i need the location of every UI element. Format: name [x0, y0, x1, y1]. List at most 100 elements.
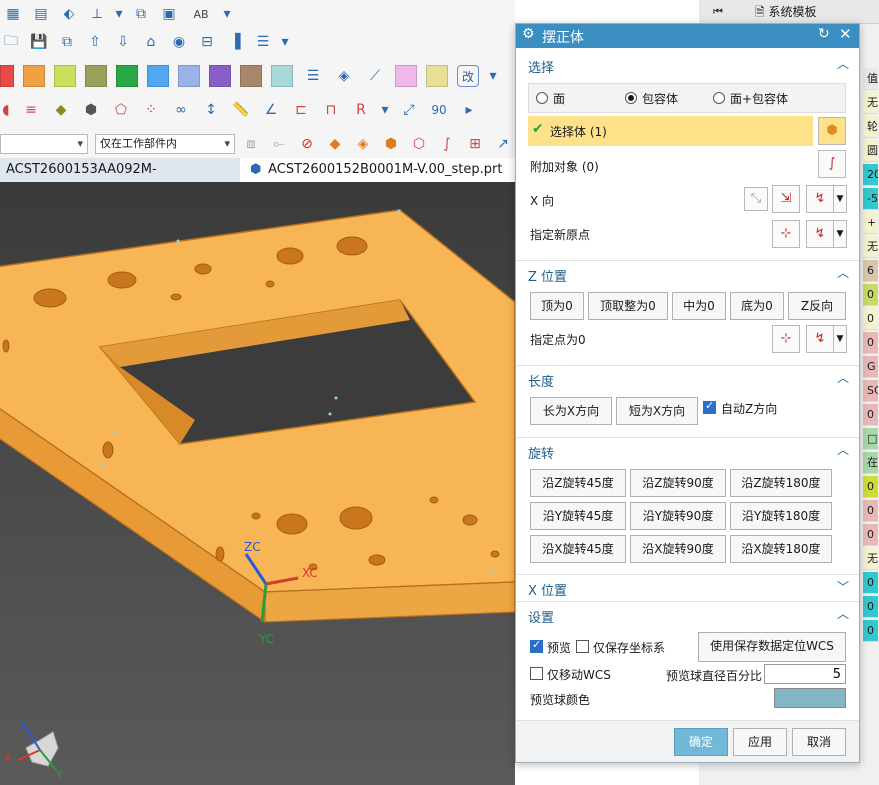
- no-icon[interactable]: ⊘: [296, 133, 318, 155]
- panel-value-cell[interactable]: 0: [863, 500, 878, 522]
- bar-icon[interactable]: ◆: [50, 99, 72, 121]
- axes-icon[interactable]: ⟂: [86, 3, 108, 25]
- swatch-yellow[interactable]: [426, 65, 448, 87]
- radio-face[interactable]: [536, 92, 548, 104]
- rotate-y-90-button[interactable]: 沿Y旋转90度: [630, 502, 726, 530]
- top-zero-button[interactable]: 顶为0: [530, 292, 584, 320]
- section-rotation[interactable]: 旋转 ︿: [516, 437, 859, 463]
- ball-percent-input[interactable]: [764, 664, 846, 684]
- text-icon[interactable]: AB: [186, 3, 216, 25]
- swatch-teal[interactable]: [271, 65, 293, 87]
- reset-icon[interactable]: ↻: [818, 26, 830, 42]
- panel-value-cell[interactable]: 0: [863, 284, 878, 306]
- swatch-red[interactable]: [0, 65, 14, 87]
- z-reverse-button[interactable]: Z反向: [788, 292, 846, 320]
- cube-icon[interactable]: ⬢: [380, 133, 402, 155]
- collapse-icon[interactable]: ⏮: [709, 3, 727, 21]
- section-z-position[interactable]: Z 位置 ︿: [516, 260, 859, 286]
- radius-icon[interactable]: R: [350, 99, 372, 121]
- cancel-button[interactable]: 取消: [792, 728, 846, 756]
- panel-value-cell[interactable]: 无: [863, 236, 878, 258]
- panel-value-cell[interactable]: 0: [863, 308, 878, 330]
- swatch-green[interactable]: [116, 65, 138, 87]
- axis-y-icon[interactable]: ↕: [200, 99, 222, 121]
- chevron-down-icon[interactable]: ﹀: [837, 578, 849, 595]
- link-gray-icon[interactable]: ⟜: [268, 133, 290, 155]
- section-length[interactable]: 长度 ︿: [516, 365, 859, 391]
- swatch-periwinkle[interactable]: [178, 65, 200, 87]
- panel-value-cell[interactable]: 值: [863, 68, 878, 90]
- panel-value-cell[interactable]: 0: [863, 404, 878, 426]
- chevron-up-icon[interactable]: ︿: [837, 441, 849, 458]
- vector-dropdown[interactable]: ▼: [833, 185, 847, 213]
- magnet-icon[interactable]: ⬠: [110, 99, 132, 121]
- auto-z-checkbox[interactable]: [703, 399, 716, 414]
- solid-icon[interactable]: ⬢: [80, 99, 102, 121]
- line-icon[interactable]: ⟋: [364, 65, 386, 87]
- radio-bounding-box[interactable]: [625, 92, 637, 104]
- use-saved-wcs-button[interactable]: 使用保存数据定位WCS: [698, 632, 846, 662]
- point-inference-button[interactable]: ↯: [806, 220, 834, 248]
- angle-icon[interactable]: ∠: [260, 99, 282, 121]
- dropdown-icon[interactable]: ▾: [488, 65, 498, 87]
- vector-dialog-button[interactable]: ⇲: [772, 185, 800, 213]
- rotate-z-45-button[interactable]: 沿Z旋转45度: [530, 469, 626, 497]
- assembly-icon[interactable]: ⧈: [240, 133, 262, 155]
- tab-file-2[interactable]: ⬢ ACST2600152B0001M-V.00_step.prt ⎘ ✕: [240, 158, 515, 201]
- stripes-icon[interactable]: ☰: [302, 65, 324, 87]
- panel-value-cell[interactable]: 0: [863, 620, 878, 642]
- chevron-up-icon[interactable]: ︿: [837, 55, 849, 72]
- panel-value-cell[interactable]: 20: [863, 164, 878, 186]
- section-select[interactable]: 选择 ︿: [516, 52, 859, 78]
- panel-value-cell[interactable]: 0: [863, 524, 878, 546]
- move-wcs-checkbox[interactable]: [530, 667, 543, 680]
- panel-value-cell[interactable]: 0: [863, 332, 878, 354]
- radio-face-box[interactable]: [713, 92, 725, 104]
- z-point-dropdown[interactable]: ▼: [833, 325, 847, 353]
- save-icon[interactable]: 💾: [28, 31, 50, 53]
- panel-value-cell[interactable]: +: [863, 212, 878, 234]
- panel-value-cell[interactable]: SC: [863, 380, 878, 402]
- chevron-up-icon[interactable]: ︿: [837, 264, 849, 281]
- curve-select-button[interactable]: ∫: [818, 150, 846, 178]
- panel-value-cell[interactable]: 无: [863, 92, 878, 114]
- snap-icon[interactable]: ↗: [492, 133, 514, 155]
- list-icon[interactable]: ☰: [252, 31, 274, 53]
- measure-icon[interactable]: ⊟: [196, 31, 218, 53]
- copy-layers-icon[interactable]: ⧉: [56, 31, 78, 53]
- pin-icon[interactable]: ⬖: [58, 3, 80, 25]
- swatch-olive[interactable]: [85, 65, 107, 87]
- copy-icon[interactable]: ⧉: [130, 3, 152, 25]
- panel-value-cell[interactable]: 在: [863, 452, 878, 474]
- section-x-position[interactable]: X 位置 ﹀: [516, 574, 859, 600]
- body-select-button[interactable]: ⬢: [818, 117, 846, 145]
- section-settings[interactable]: 设置 ︿: [516, 601, 859, 627]
- panel-value-cell[interactable]: 6: [863, 260, 878, 282]
- more-icon[interactable]: ▸: [458, 99, 480, 121]
- close-icon[interactable]: ✕: [839, 25, 852, 43]
- filter-combo[interactable]: [0, 134, 88, 154]
- rainbow-icon[interactable]: ≡: [20, 99, 42, 121]
- long-x-button[interactable]: 长为X方向: [530, 397, 612, 425]
- section-icon[interactable]: ⊓: [320, 99, 342, 121]
- dialog-titlebar[interactable]: ⚙ 摆正体 ↻ ✕: [516, 24, 859, 48]
- panel-value-cell[interactable]: 0: [863, 596, 878, 618]
- box-icon[interactable]: ▣: [158, 3, 180, 25]
- dropdown-icon[interactable]: ▾: [114, 3, 124, 25]
- panel-value-cell[interactable]: 0: [863, 476, 878, 498]
- gradient-icon[interactable]: ▐: [224, 31, 246, 53]
- upload-icon[interactable]: ⇧: [84, 31, 106, 53]
- rotate-x-45-button[interactable]: 沿X旋转45度: [530, 535, 626, 563]
- chevron-up-icon[interactable]: ︿: [837, 369, 849, 386]
- panel-value-cell[interactable]: -5: [863, 188, 878, 210]
- panel-value-cell[interactable]: 0: [863, 572, 878, 594]
- panel-value-cell[interactable]: 圆: [863, 140, 878, 162]
- ball-color-swatch[interactable]: [774, 688, 846, 708]
- short-x-button[interactable]: 短为X方向: [616, 397, 698, 425]
- curve-icon[interactable]: ∫: [436, 133, 458, 155]
- dropdown-icon[interactable]: ▾: [380, 99, 390, 121]
- dropdown-icon[interactable]: ▾: [222, 3, 232, 25]
- save-cs-checkbox[interactable]: [576, 640, 589, 653]
- link-icon[interactable]: ∞: [170, 99, 192, 121]
- layer-icon[interactable]: ▤: [30, 3, 52, 25]
